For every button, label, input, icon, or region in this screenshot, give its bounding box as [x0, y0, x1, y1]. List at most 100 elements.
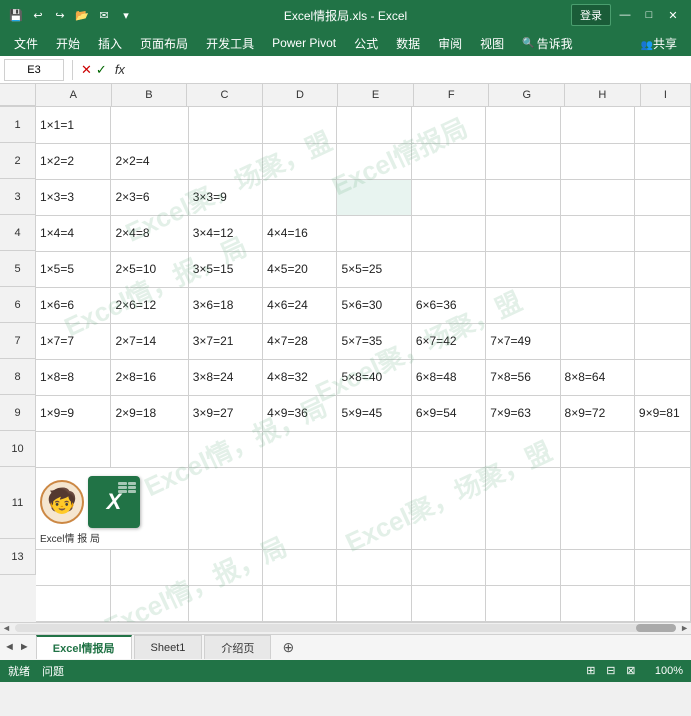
- cell-d6[interactable]: 4×6=24: [263, 287, 337, 323]
- cell-h4[interactable]: [560, 215, 634, 251]
- cell-g5[interactable]: [486, 251, 560, 287]
- scrollbar-thumb[interactable]: [636, 624, 676, 632]
- cell-e7[interactable]: 5×7=35: [337, 323, 411, 359]
- cell-e10[interactable]: [337, 431, 411, 467]
- cell-g12[interactable]: [486, 549, 560, 585]
- cell-e5[interactable]: 5×5=25: [337, 251, 411, 287]
- cell-b8[interactable]: 2×8=16: [111, 359, 188, 395]
- cell-c8[interactable]: 3×8=24: [188, 359, 262, 395]
- cell-i2[interactable]: [634, 143, 690, 179]
- redo-icon[interactable]: ↪: [52, 7, 68, 23]
- menu-formula[interactable]: 公式: [346, 33, 386, 54]
- cell-i8[interactable]: [634, 359, 690, 395]
- cell-g3[interactable]: [486, 179, 560, 215]
- scroll-left-arrow[interactable]: ◄: [2, 623, 11, 633]
- cell-e3[interactable]: [337, 179, 411, 215]
- cell-g13[interactable]: [486, 585, 560, 621]
- horizontal-scrollbar[interactable]: ◄ ►: [0, 622, 691, 634]
- cell-e1[interactable]: [337, 107, 411, 143]
- cell-i13[interactable]: [634, 585, 690, 621]
- col-header-b[interactable]: B: [112, 84, 188, 106]
- close-button[interactable]: ✕: [663, 5, 683, 25]
- cell-i1[interactable]: [634, 107, 690, 143]
- cell-i6[interactable]: [634, 287, 690, 323]
- cell-d7[interactable]: 4×7=28: [263, 323, 337, 359]
- email-icon[interactable]: ✉: [96, 7, 112, 23]
- cell-c9[interactable]: 3×9=27: [188, 395, 262, 431]
- row-header-2[interactable]: 2: [0, 143, 36, 179]
- col-header-d[interactable]: D: [263, 84, 339, 106]
- cell-c6[interactable]: 3×6=18: [188, 287, 262, 323]
- cell-e6[interactable]: 5×6=30: [337, 287, 411, 323]
- page-break-view-icon[interactable]: ⊠: [623, 663, 639, 679]
- cell-f6[interactable]: 6×6=36: [411, 287, 485, 323]
- col-header-f[interactable]: F: [414, 84, 490, 106]
- minimize-button[interactable]: —: [615, 5, 635, 25]
- cell-d11[interactable]: [263, 467, 337, 549]
- cell-f7[interactable]: 6×7=42: [411, 323, 485, 359]
- cell-e11[interactable]: [337, 467, 411, 549]
- cell-c2[interactable]: [188, 143, 262, 179]
- row-header-3[interactable]: 3: [0, 179, 36, 215]
- sheet-tab-intro[interactable]: 介绍页: [204, 635, 271, 659]
- cell-i10[interactable]: [634, 431, 690, 467]
- cell-e8[interactable]: 5×8=40: [337, 359, 411, 395]
- cell-h2[interactable]: [560, 143, 634, 179]
- cell-a1[interactable]: 1×1=1: [36, 107, 111, 143]
- cell-h8[interactable]: 8×8=64: [560, 359, 634, 395]
- cell-h6[interactable]: [560, 287, 634, 323]
- cell-g4[interactable]: [486, 215, 560, 251]
- cell-b7[interactable]: 2×7=14: [111, 323, 188, 359]
- sheet-tab-excel-jiboju[interactable]: Excel情报局: [36, 635, 132, 659]
- cell-i12[interactable]: [634, 549, 690, 585]
- col-header-a[interactable]: A: [36, 84, 112, 106]
- menu-view[interactable]: 视图: [472, 33, 512, 54]
- row-header-7[interactable]: 7: [0, 323, 36, 359]
- scroll-right-arrow[interactable]: ►: [680, 623, 689, 633]
- cell-c7[interactable]: 3×7=21: [188, 323, 262, 359]
- cell-f10[interactable]: [411, 431, 485, 467]
- cell-g9[interactable]: 7×9=63: [486, 395, 560, 431]
- cell-c4[interactable]: 3×4=12: [188, 215, 262, 251]
- menu-review[interactable]: 审阅: [430, 33, 470, 54]
- cell-i11[interactable]: [634, 467, 690, 549]
- menu-home[interactable]: 开始: [48, 33, 88, 54]
- cell-f13[interactable]: [411, 585, 485, 621]
- cell-i4[interactable]: [634, 215, 690, 251]
- cell-b13[interactable]: [111, 585, 188, 621]
- cell-g6[interactable]: [486, 287, 560, 323]
- undo-icon[interactable]: ↩: [30, 7, 46, 23]
- cell-a13[interactable]: [36, 585, 111, 621]
- col-header-e[interactable]: E: [338, 84, 414, 106]
- row-header-1[interactable]: 1: [0, 107, 36, 143]
- cell-a9[interactable]: 1×9=9: [36, 395, 111, 431]
- cell-h1[interactable]: [560, 107, 634, 143]
- cell-e13[interactable]: [337, 585, 411, 621]
- cell-b2[interactable]: 2×2=4: [111, 143, 188, 179]
- cell-f4[interactable]: [411, 215, 485, 251]
- col-header-g[interactable]: G: [489, 84, 565, 106]
- cell-d13[interactable]: [263, 585, 337, 621]
- cell-h3[interactable]: [560, 179, 634, 215]
- cell-f1[interactable]: [411, 107, 485, 143]
- cancel-formula-icon[interactable]: ✕: [81, 62, 92, 78]
- login-button[interactable]: 登录: [571, 4, 611, 26]
- cell-g1[interactable]: [486, 107, 560, 143]
- cell-f12[interactable]: [411, 549, 485, 585]
- cell-a7[interactable]: 1×7=7: [36, 323, 111, 359]
- confirm-formula-icon[interactable]: ✓: [96, 62, 107, 78]
- save-icon[interactable]: 💾: [8, 7, 24, 23]
- cell-i3[interactable]: [634, 179, 690, 215]
- menu-page-layout[interactable]: 页面布局: [132, 33, 196, 54]
- row-header-6[interactable]: 6: [0, 287, 36, 323]
- sheet-tab-sheet1[interactable]: Sheet1: [134, 635, 203, 659]
- cell-c1[interactable]: [188, 107, 262, 143]
- cell-g11[interactable]: [486, 467, 560, 549]
- cell-i5[interactable]: [634, 251, 690, 287]
- cell-b5[interactable]: 2×5=10: [111, 251, 188, 287]
- cell-g7[interactable]: 7×7=49: [486, 323, 560, 359]
- cell-g10[interactable]: [486, 431, 560, 467]
- open-icon[interactable]: 📂: [74, 7, 90, 23]
- cell-e9[interactable]: 5×9=45: [337, 395, 411, 431]
- cell-b10[interactable]: [111, 431, 188, 467]
